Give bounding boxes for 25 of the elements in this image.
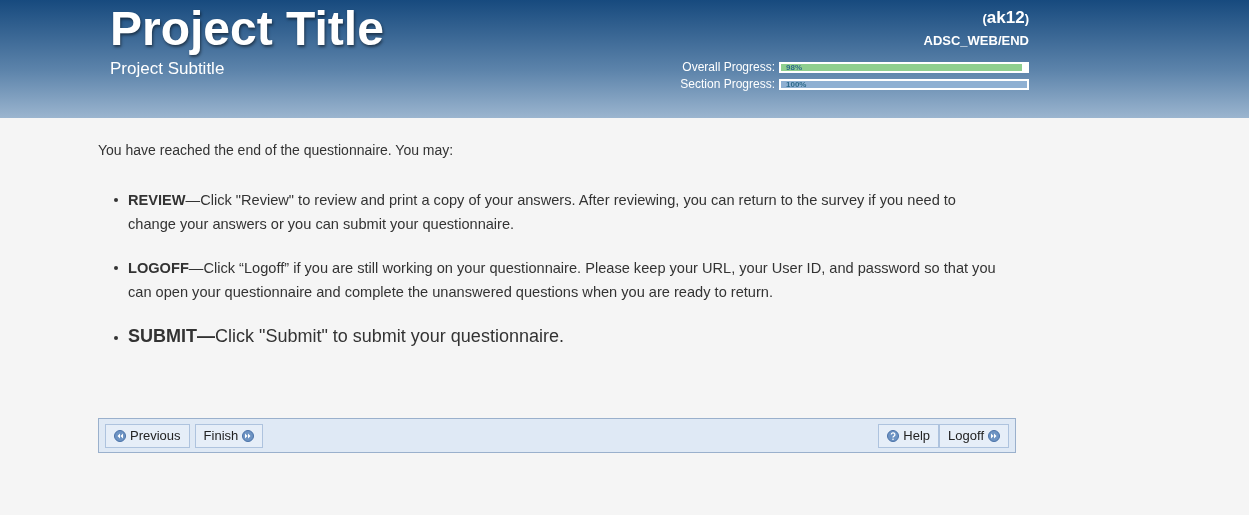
progress-reading: 98% (786, 61, 802, 73)
fast-forward-icon (988, 429, 1000, 442)
progress-reading: 100% (786, 78, 807, 90)
project-subtitle: Project Subtitle (110, 59, 226, 79)
bullet-icon (114, 336, 118, 340)
next-button[interactable]: Logoff (939, 423, 1009, 448)
parenthesis: ( (982, 11, 987, 26)
rewind-icon (114, 429, 126, 442)
option-description: SUBMIT—Click "Submit" to submit your questionnaire. (128, 325, 565, 348)
page-id: ADSC_WEB/END (923, 33, 1029, 48)
fast-forward-icon (242, 429, 255, 442)
progress-label: Section Progress: (680, 77, 775, 91)
option-description: LOGOFF—Click “Logoff” if you are still working on your questionnaire. Please keep your URL, your User ID, and password so that you can open your questionnaire and complete the unanswered questions when you are ready to return. (128, 259, 997, 302)
next-button[interactable]: Finish (194, 423, 264, 448)
previous-button[interactable]: Previous (105, 423, 190, 448)
intro-text: You have reached the end of the questionnaire. You may: (98, 142, 455, 158)
bullet-icon (114, 266, 118, 270)
user-id: ak12 (986, 8, 1025, 28)
help-button[interactable]: Help (878, 423, 940, 448)
project-title: Project Title (110, 4, 384, 54)
progress-label: Overall Progress: (682, 60, 775, 74)
parenthesis: ) (1024, 11, 1029, 26)
bullet-icon (114, 198, 118, 202)
option-description: REVIEW—Click "Review" to review and print a copy of your answers. After reviewing, you can return to the survey if you need to change your answers or you can submit your questionnaire. (128, 191, 957, 234)
help-icon (887, 429, 900, 442)
